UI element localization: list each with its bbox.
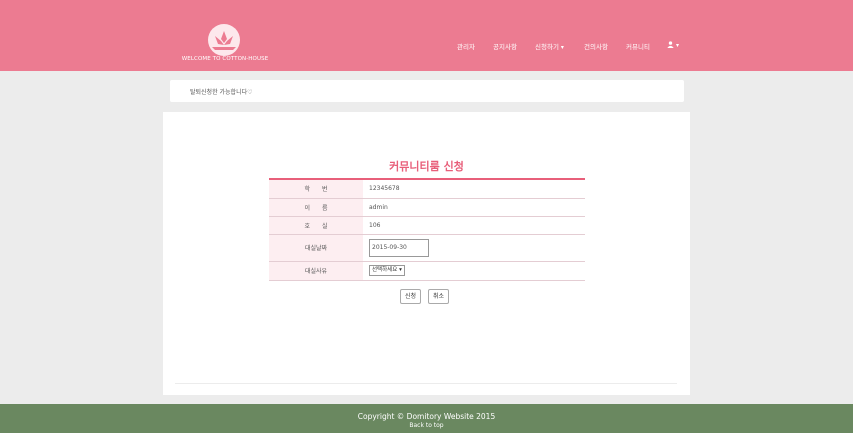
nav-notices[interactable]: 공지사항 bbox=[493, 41, 517, 51]
notice-text: 탈퇴신청한 가능합니다♡ bbox=[190, 89, 253, 96]
nav-suggestions-label: 건의사항 bbox=[584, 43, 608, 51]
rental-reason-select[interactable]: 선택하세요 ▾ bbox=[369, 265, 405, 276]
site-logo[interactable]: WELCOME TO COTTON-HOUSE bbox=[178, 24, 272, 64]
nav-admin[interactable]: 관리자 bbox=[457, 41, 475, 51]
rental-reason-cell: 선택하세요 ▾ bbox=[363, 261, 585, 281]
notice-bar: 탈퇴신청한 가능합니다♡ bbox=[170, 80, 684, 102]
divider bbox=[175, 383, 677, 384]
site-header: WELCOME TO COTTON-HOUSE 관리자 공지사항 신청하기 ▾ 건… bbox=[0, 0, 853, 71]
form-title: 커뮤니티룸 신청 bbox=[389, 160, 464, 173]
room-label: 호 실 bbox=[269, 216, 363, 235]
logo-text: WELCOME TO COTTON-HOUSE bbox=[181, 56, 269, 62]
nav-community[interactable]: 커뮤니티 bbox=[626, 41, 650, 51]
main-panel: 커뮤니티룸 신청 학 번 12345678 이 름 admin 호 실 106 … bbox=[163, 112, 690, 395]
rental-reason-selected: 선택하세요 bbox=[372, 267, 398, 273]
name-label: 이 름 bbox=[269, 198, 363, 217]
nav-apply[interactable]: 신청하기 ▾ bbox=[535, 41, 564, 51]
site-footer: Copyright © Domitory Website 2015 Back t… bbox=[0, 404, 853, 433]
table-row: 학 번 12345678 bbox=[269, 178, 585, 199]
cancel-button[interactable]: 취소 bbox=[428, 289, 450, 304]
nav-admin-label: 관리자 bbox=[457, 43, 475, 51]
student-id-value: 12345678 bbox=[363, 178, 585, 199]
rental-date-cell: 2015-09-30 bbox=[363, 234, 585, 262]
nav-suggestions[interactable]: 건의사항 bbox=[584, 41, 608, 51]
student-id-label: 학 번 bbox=[269, 178, 363, 199]
rental-date-input[interactable]: 2015-09-30 bbox=[369, 238, 429, 257]
name-value: admin bbox=[363, 198, 585, 217]
application-form-table: 학 번 12345678 이 름 admin 호 실 106 대실날짜 2015… bbox=[269, 178, 585, 281]
table-row: 이 름 admin bbox=[269, 198, 585, 217]
chevron-down-icon: ▾ bbox=[560, 44, 564, 51]
room-value: 106 bbox=[363, 216, 585, 235]
table-row: 대실사유 선택하세요 ▾ bbox=[269, 261, 585, 281]
rental-reason-label: 대실사유 bbox=[269, 261, 363, 281]
cotton-flower-icon bbox=[208, 24, 240, 56]
table-row: 대실날짜 2015-09-30 bbox=[269, 234, 585, 262]
chevron-down-icon: ▾ bbox=[676, 42, 680, 49]
nav-notices-label: 공지사항 bbox=[493, 43, 517, 51]
user-menu[interactable]: ▾ bbox=[667, 41, 679, 49]
dropdown-arrow-icon: ▾ bbox=[399, 267, 402, 273]
nav-apply-label: 신청하기 bbox=[535, 43, 559, 51]
user-icon bbox=[667, 41, 674, 48]
rental-date-label: 대실날짜 bbox=[269, 234, 363, 262]
copyright-text: Copyright © Domitory Website 2015 bbox=[357, 412, 496, 421]
nav-community-label: 커뮤니티 bbox=[626, 43, 650, 51]
back-to-top-link[interactable]: Back to top bbox=[0, 422, 853, 429]
table-row: 호 실 106 bbox=[269, 216, 585, 235]
submit-button[interactable]: 신청 bbox=[400, 289, 422, 304]
